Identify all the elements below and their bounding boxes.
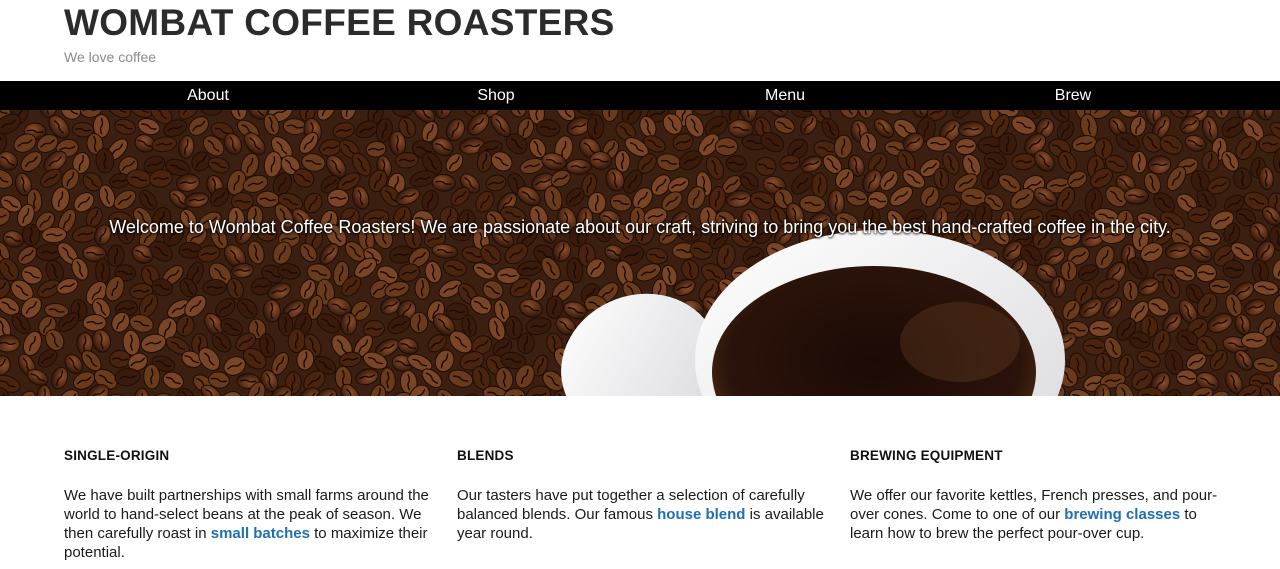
feature-brewing-equipment: BREWING EQUIPMENT We offer our favorite … (850, 448, 1222, 543)
feature-description: Our tasters have put together a selectio… (457, 486, 829, 543)
nav-link-shop[interactable]: Shop (477, 81, 514, 110)
feature-heading: BLENDS (457, 448, 514, 463)
hero-banner: Welcome to Wombat Coffee Roasters! We ar… (0, 110, 1280, 396)
coffee-hero-image (0, 110, 1280, 396)
feature-description: We have built partnerships with small fa… (64, 486, 436, 562)
feature-single-origin: SINGLE-ORIGIN We have built partnerships… (64, 448, 436, 562)
hero-welcome-text: Welcome to Wombat Coffee Roasters! We ar… (109, 217, 1171, 237)
house-blend-link[interactable]: house blend (657, 506, 745, 523)
feature-blends: BLENDS Our tasters have put together a s… (457, 448, 829, 543)
site-header: WOMBAT COFFEE ROASTERS We love coffee (64, 0, 1214, 81)
site-title: WOMBAT COFFEE ROASTERS (64, 2, 615, 43)
main-nav: About Shop Menu Brew (0, 81, 1280, 110)
nav-link-brew[interactable]: Brew (1055, 81, 1091, 110)
small-batches-link[interactable]: small batches (211, 525, 310, 542)
nav-link-about[interactable]: About (187, 81, 229, 110)
site-tagline: We love coffee (64, 49, 157, 65)
features-section: SINGLE-ORIGIN We have built partnerships… (64, 448, 1217, 569)
brewing-classes-link[interactable]: brewing classes (1064, 506, 1180, 523)
feature-heading: SINGLE-ORIGIN (64, 448, 170, 463)
feature-heading: BREWING EQUIPMENT (850, 448, 1003, 463)
feature-description: We offer our favorite kettles, French pr… (850, 486, 1222, 543)
nav-link-menu[interactable]: Menu (765, 81, 805, 110)
